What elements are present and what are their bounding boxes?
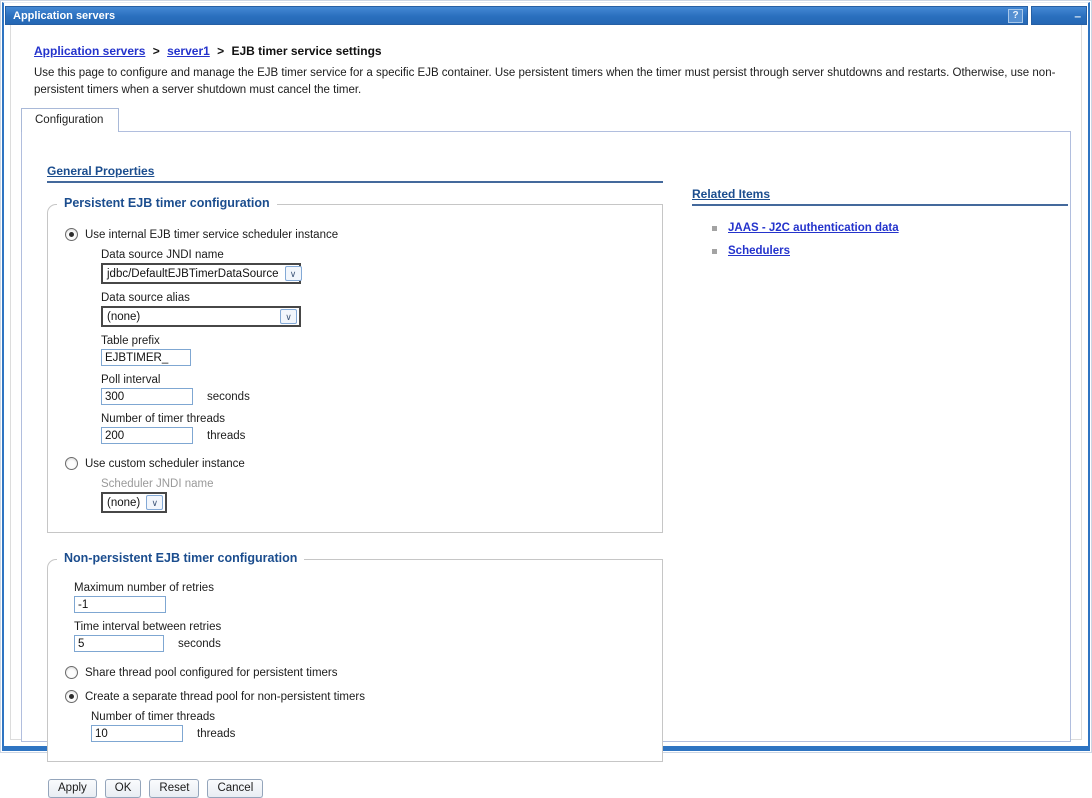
data-source-jndi-label: Data source JNDI name [101, 249, 662, 261]
poll-interval-input[interactable] [101, 388, 193, 405]
radio-use-custom-scheduler[interactable]: Use custom scheduler instance [65, 457, 662, 470]
data-source-alias-select[interactable]: (none) ∨ [101, 306, 301, 327]
related-items-heading: Related Items [692, 187, 1068, 206]
related-link-schedulers[interactable]: Schedulers [728, 245, 790, 257]
data-source-jndi-select[interactable]: jdbc/DefaultEJBTimerDataSource ∨ [101, 263, 301, 284]
breadcrumb-current-page: EJB timer service settings [232, 44, 382, 58]
breadcrumb-link-server1[interactable]: server1 [167, 44, 210, 58]
field-persistent-timer-threads: Number of timer threads threads [101, 413, 662, 444]
breadcrumb-separator: > [153, 44, 160, 58]
breadcrumb: Application servers > server1 > EJB time… [34, 44, 1081, 58]
radio-icon[interactable] [65, 457, 78, 470]
related-link-jaas-j2c[interactable]: JAAS - J2C authentication data [728, 222, 899, 234]
field-scheduler-jndi: Scheduler JNDI name (none) ∨ [101, 478, 662, 513]
retry-interval-unit: seconds [178, 638, 221, 650]
retry-interval-label: Time interval between retries [74, 621, 662, 633]
table-prefix-label: Table prefix [101, 335, 662, 347]
console-content: Application servers > server1 > EJB time… [10, 25, 1082, 740]
max-retries-input[interactable] [74, 596, 166, 613]
radio-use-internal-scheduler[interactable]: Use internal EJB timer service scheduler… [65, 228, 662, 241]
list-item: JAAS - J2C authentication data [712, 222, 1068, 234]
non-persistent-timer-fieldset: Non-persistent EJB timer configuration M… [47, 559, 663, 762]
minimize-icon[interactable]: – [1074, 10, 1081, 22]
bullet-icon [712, 226, 717, 231]
poll-interval-label: Poll interval [101, 374, 662, 386]
non-persistent-timer-legend: Non-persistent EJB timer configuration [57, 551, 304, 565]
list-item: Schedulers [712, 245, 1068, 257]
radio-share-thread-pool[interactable]: Share thread pool configured for persist… [65, 666, 662, 679]
page-description: Use this page to configure and manage th… [34, 65, 1059, 98]
window-titlebar: Application servers ? – [5, 6, 1087, 25]
breadcrumb-link-application-servers[interactable]: Application servers [34, 44, 145, 58]
apply-button[interactable]: Apply [48, 779, 97, 798]
scheduler-jndi-label: Scheduler JNDI name [101, 478, 662, 490]
general-properties-heading: General Properties [47, 164, 663, 183]
field-data-source-jndi: Data source JNDI name jdbc/DefaultEJBTim… [101, 249, 662, 284]
field-max-retries: Maximum number of retries [74, 582, 662, 613]
field-table-prefix: Table prefix [101, 335, 662, 366]
non-persistent-timer-threads-label: Number of timer threads [91, 711, 662, 723]
persistent-timer-threads-unit: threads [207, 430, 245, 442]
data-source-alias-label: Data source alias [101, 292, 662, 304]
chevron-down-icon[interactable]: ∨ [146, 495, 163, 510]
retry-interval-input[interactable] [74, 635, 164, 652]
chevron-down-icon[interactable]: ∨ [280, 309, 297, 324]
reset-button[interactable]: Reset [149, 779, 199, 798]
field-poll-interval: Poll interval seconds [101, 374, 662, 405]
ok-button[interactable]: OK [105, 779, 142, 798]
main-column: General Properties Persistent EJB timer … [47, 164, 663, 798]
form-buttons: Apply OK Reset Cancel [48, 779, 663, 798]
configuration-panel: General Properties Persistent EJB timer … [21, 131, 1071, 742]
table-prefix-input[interactable] [101, 349, 191, 366]
titlebar-main-segment: Application servers ? [5, 6, 1028, 25]
cancel-button[interactable]: Cancel [207, 779, 263, 798]
window-title: Application servers [13, 10, 115, 22]
help-icon[interactable]: ? [1008, 9, 1023, 23]
max-retries-label: Maximum number of retries [74, 582, 662, 594]
breadcrumb-separator: > [217, 44, 224, 58]
field-non-persistent-timer-threads: Number of timer threads threads [91, 711, 662, 742]
non-persistent-timer-threads-unit: threads [197, 728, 235, 740]
persistent-timer-threads-label: Number of timer threads [101, 413, 662, 425]
radio-icon[interactable] [65, 666, 78, 679]
non-persistent-timer-threads-input[interactable] [91, 725, 183, 742]
persistent-timer-legend: Persistent EJB timer configuration [57, 196, 277, 210]
radio-selected-icon[interactable] [65, 690, 78, 703]
persistent-timer-threads-input[interactable] [101, 427, 193, 444]
field-data-source-alias: Data source alias (none) ∨ [101, 292, 662, 327]
radio-selected-icon[interactable] [65, 228, 78, 241]
poll-interval-unit: seconds [207, 391, 250, 403]
bullet-icon [712, 249, 717, 254]
related-items-panel: Related Items JAAS - J2C authentication … [692, 187, 1068, 268]
radio-separate-thread-pool[interactable]: Create a separate thread pool for non-pe… [65, 690, 662, 703]
persistent-timer-fieldset: Persistent EJB timer configuration Use i… [47, 204, 663, 533]
field-retry-interval: Time interval between retries seconds [74, 621, 662, 652]
titlebar-right-segment: – [1031, 6, 1087, 25]
tab-configuration[interactable]: Configuration [21, 108, 119, 132]
related-items-list: JAAS - J2C authentication data Scheduler… [692, 222, 1068, 257]
scheduler-jndi-select[interactable]: (none) ∨ [101, 492, 167, 513]
chevron-down-icon[interactable]: ∨ [285, 266, 302, 281]
